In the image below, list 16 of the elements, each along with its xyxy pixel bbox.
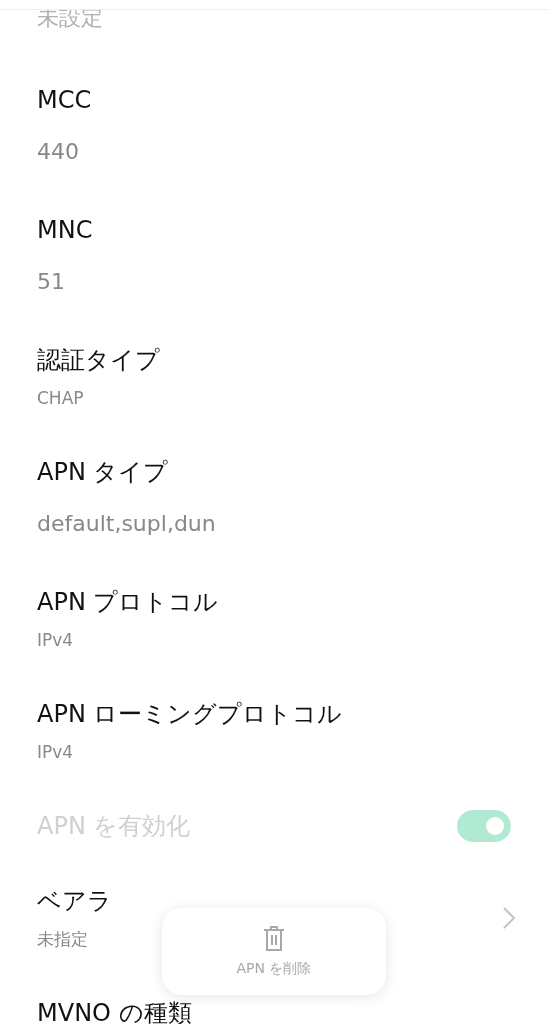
setting-title: ベアラ [37, 886, 112, 917]
setting-title: APN ローミングプロトコル [37, 699, 343, 730]
setting-value: 440 [37, 138, 80, 166]
setting-value: IPv4 [37, 741, 75, 764]
setting-value: IPv4 [37, 629, 75, 652]
setting-title: MNC [37, 215, 93, 246]
setting-title: APN タイプ [37, 457, 170, 488]
setting-title: 認証タイプ [37, 345, 160, 376]
trash-icon [263, 925, 285, 952]
chevron-right-icon [502, 905, 516, 930]
setting-value: 51 [37, 268, 66, 296]
setting-title: MCC [37, 85, 92, 116]
setting-value: CHAP [37, 387, 85, 410]
setting-value: default,supl,dun [37, 510, 216, 538]
setting-value: 未指定 [37, 928, 89, 951]
setting-title: APN プロトコル [37, 587, 219, 618]
